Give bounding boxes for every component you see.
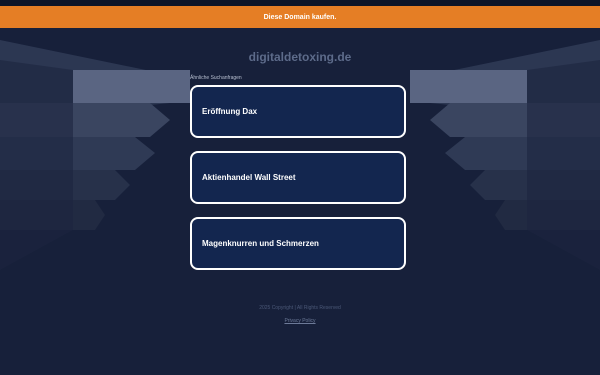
buy-domain-banner[interactable]: Diese Domain kaufen.	[0, 6, 600, 28]
related-link-3[interactable]: Magenknurren und Schmerzen	[190, 217, 406, 270]
copyright-text: 2025 Copyright | All Rights Reserved	[259, 305, 341, 311]
domain-title: digitaldetoxing.de	[248, 50, 352, 64]
privacy-policy-link[interactable]: Privacy Policy	[0, 318, 600, 324]
related-searches-label: Ähnliche Suchanfragen	[190, 75, 242, 81]
related-link-2[interactable]: Aktienhandel Wall Street	[190, 151, 406, 204]
related-link-1[interactable]: Eröffnung Dax	[190, 85, 406, 138]
